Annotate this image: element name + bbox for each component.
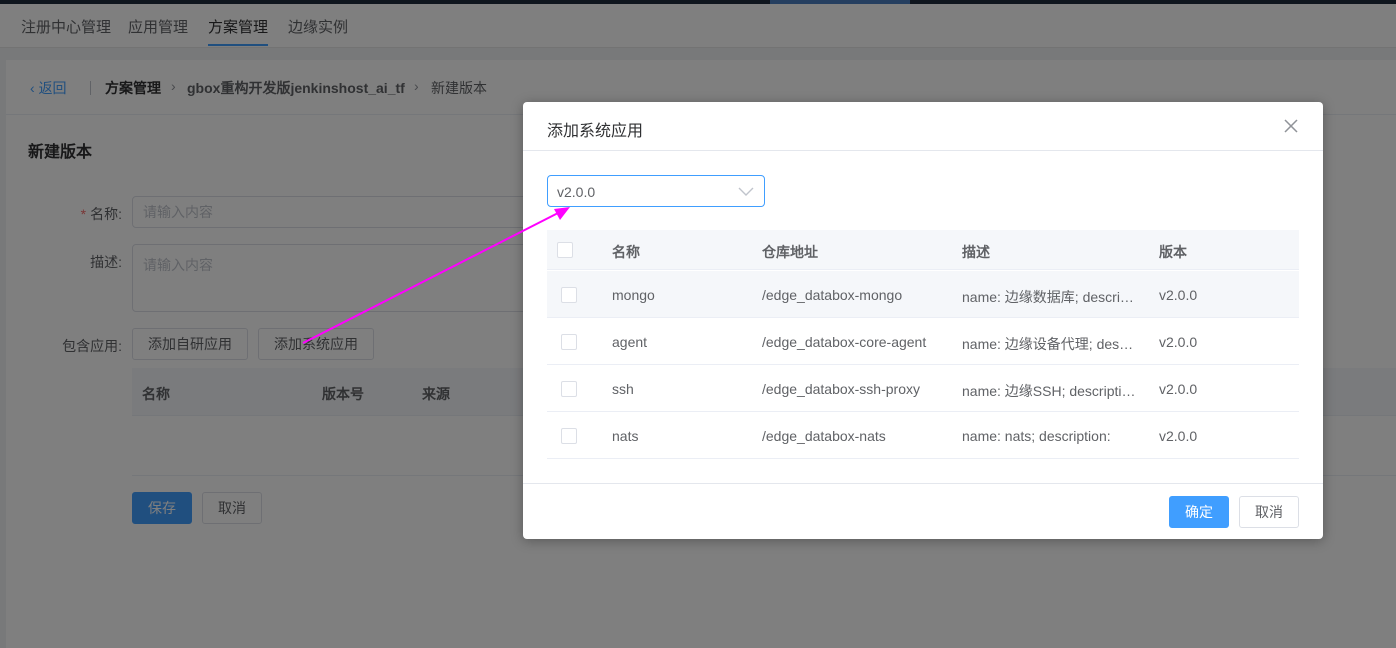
table-row[interactable]: ssh /edge_databox-ssh-proxy name: 边缘SSH;… [547,365,1299,412]
cell-desc: name: nats; description: [962,428,1111,444]
cell-repo: /edge_databox-mongo [762,287,903,303]
cell-repo: /edge_databox-nats [762,428,886,444]
cell-version: v2.0.0 [1159,381,1198,397]
confirm-button[interactable]: 确定 [1169,496,1229,528]
cell-name: agent [612,334,648,350]
close-icon[interactable] [1281,116,1301,136]
table-row[interactable]: agent /edge_databox-core-agent name: 边缘设… [547,318,1299,365]
row-checkbox[interactable] [561,428,577,444]
table-header: 名称 仓库地址 描述 版本 [547,230,1299,270]
cell-name: mongo [612,287,655,303]
chevron-down-icon [738,187,754,196]
cell-desc: name: 边缘SSH; descripti… [962,383,1136,399]
col-name: 名称 [612,244,640,260]
dialog-header: 添加系统应用 [523,102,1323,151]
cell-name: nats [612,428,639,444]
cell-version: v2.0.0 [1159,428,1198,444]
dialog-cancel-button[interactable]: 取消 [1239,496,1299,528]
cell-version: v2.0.0 [1159,287,1198,303]
col-desc: 描述 [962,244,990,260]
row-checkbox[interactable] [561,287,577,303]
version-select[interactable]: v2.0.0 [547,175,765,207]
add-system-app-dialog: 添加系统应用 v2.0.0 名称 仓库地址 描述 版本 mongo /edge_… [523,102,1323,539]
cell-name: ssh [612,381,634,397]
row-checkbox[interactable] [561,381,577,397]
table-row[interactable]: nats /edge_databox-nats name: nats; desc… [547,412,1299,459]
dialog-footer: 确定 取消 [523,483,1323,539]
row-checkbox[interactable] [561,334,577,350]
col-repo: 仓库地址 [762,244,818,260]
cell-repo: /edge_databox-ssh-proxy [762,381,920,397]
table-row[interactable]: mongo /edge_databox-mongo name: 边缘数据库; d… [547,271,1299,318]
select-all-checkbox[interactable] [557,242,573,258]
cell-desc: name: 边缘数据库; descri… [962,289,1134,305]
cell-repo: /edge_databox-core-agent [762,334,927,350]
dialog-title: 添加系统应用 [547,123,644,140]
col-version: 版本 [1159,244,1187,260]
version-select-value: v2.0.0 [557,184,596,200]
cell-version: v2.0.0 [1159,334,1198,350]
cell-desc: name: 边缘设备代理; des… [962,336,1134,352]
